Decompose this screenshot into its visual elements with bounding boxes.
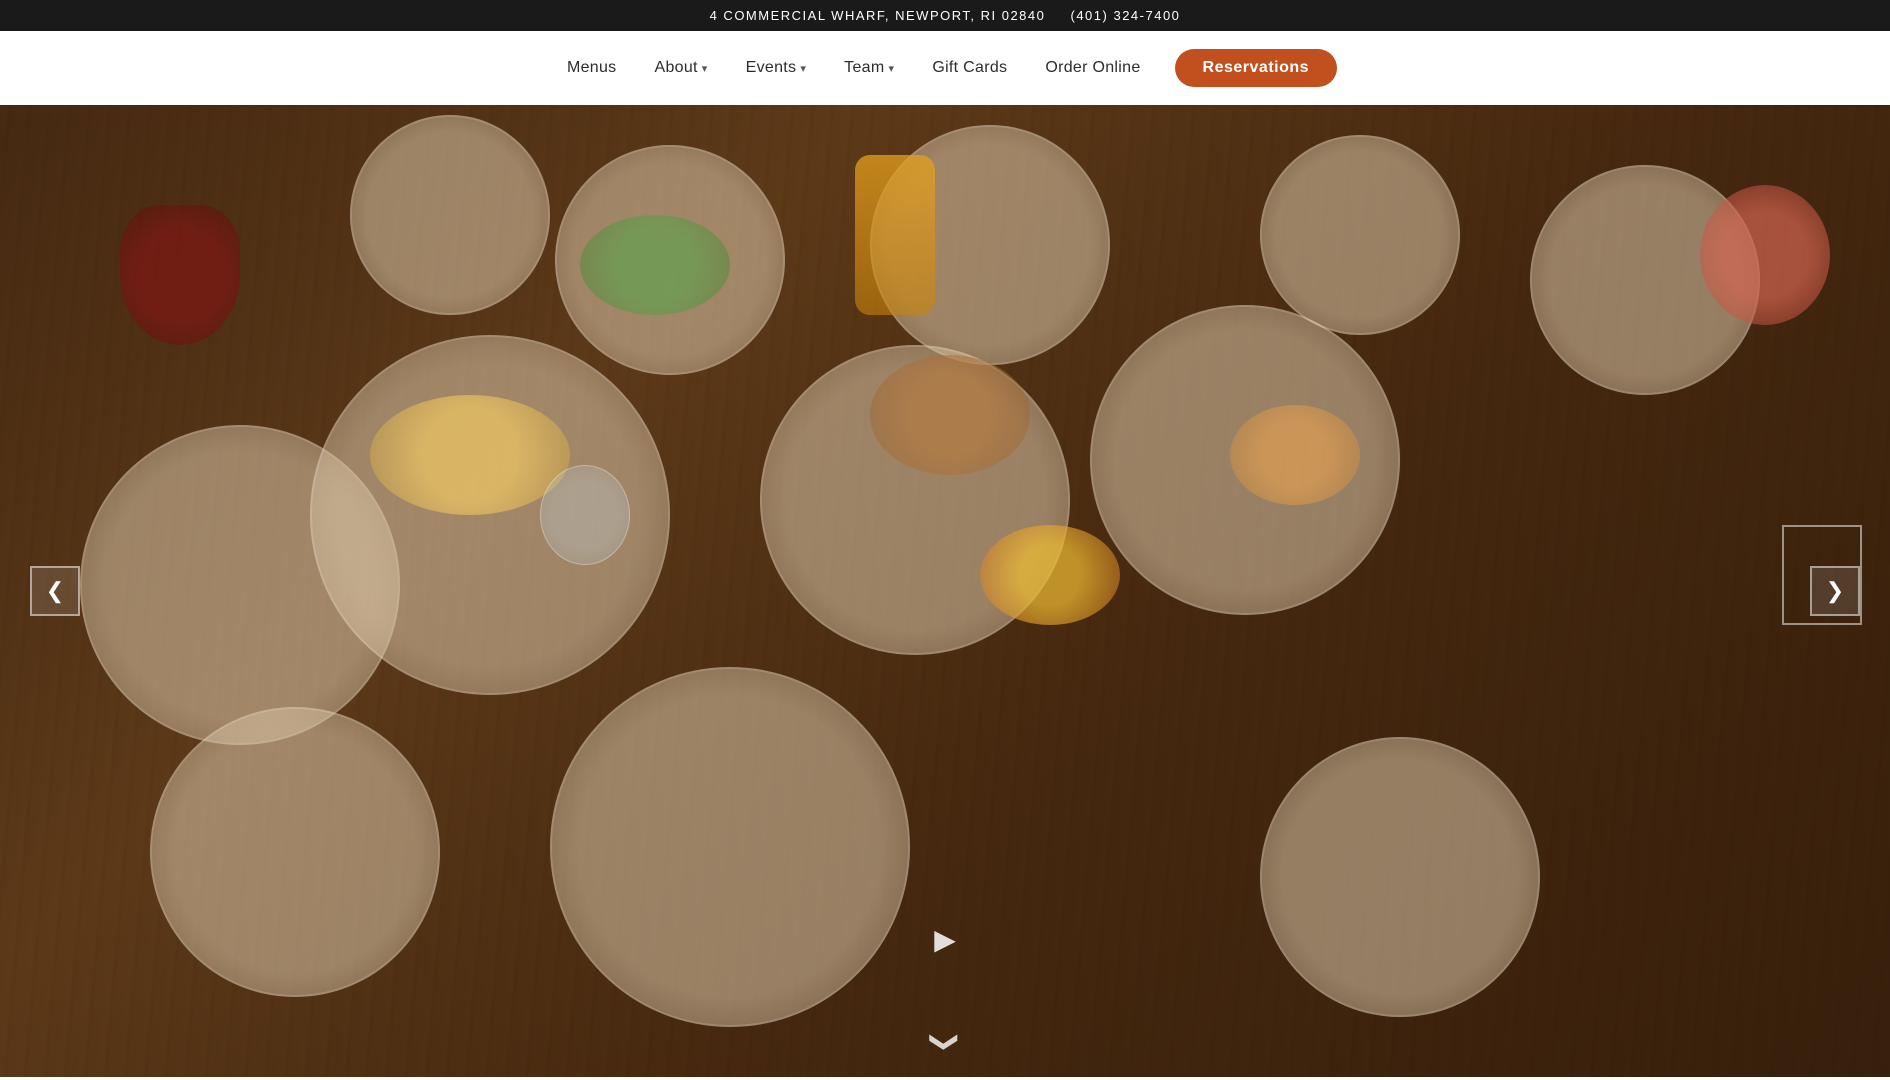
hero-section: ❮ ❯ ▶ ❯ (0, 105, 1890, 1077)
food-salad (580, 215, 730, 315)
pink-drink (1700, 185, 1830, 325)
scroll-down-button[interactable]: ❯ (928, 1030, 962, 1053)
nav-reservations-button[interactable]: Reservations (1175, 49, 1338, 87)
top-bar: 4 COMMERCIAL WHARF, NEWPORT, RI 02840 (4… (0, 0, 1890, 31)
nav-team[interactable]: Team ▾ (830, 53, 908, 83)
wine-glass (120, 205, 240, 345)
food-meat (870, 355, 1030, 475)
address-text: 4 COMMERCIAL WHARF, NEWPORT, RI 02840 (710, 8, 1046, 23)
nav-gift-cards[interactable]: Gift Cards (918, 53, 1021, 83)
team-chevron-icon: ▾ (889, 62, 895, 75)
plate-top-left (350, 115, 550, 315)
next-slide-button[interactable]: ❯ (1810, 566, 1860, 616)
plate-bot-left (150, 707, 440, 997)
nav-events[interactable]: Events ▾ (732, 53, 821, 83)
food-citrus (1230, 405, 1360, 505)
food-pasta (370, 395, 570, 515)
navbar: Menus About ▾ Events ▾ Team ▾ Gift Cards… (0, 31, 1890, 105)
play-video-button[interactable]: ▶ (934, 923, 956, 957)
nav-about[interactable]: About ▾ (640, 53, 721, 83)
plate-top-right-2 (1260, 135, 1460, 335)
prev-slide-button[interactable]: ❮ (30, 566, 80, 616)
food-eggs (980, 525, 1120, 625)
plate-bot-center (550, 667, 910, 1027)
orange-drink (855, 155, 935, 315)
plate-bot-right (1260, 737, 1540, 1017)
water-glass (540, 465, 630, 565)
about-chevron-icon: ▾ (702, 62, 708, 75)
phone-text: (401) 324-7400 (1071, 8, 1181, 23)
nav-order-online[interactable]: Order Online (1031, 53, 1154, 83)
nav-menus[interactable]: Menus (553, 53, 631, 83)
events-chevron-icon: ▾ (800, 62, 806, 75)
